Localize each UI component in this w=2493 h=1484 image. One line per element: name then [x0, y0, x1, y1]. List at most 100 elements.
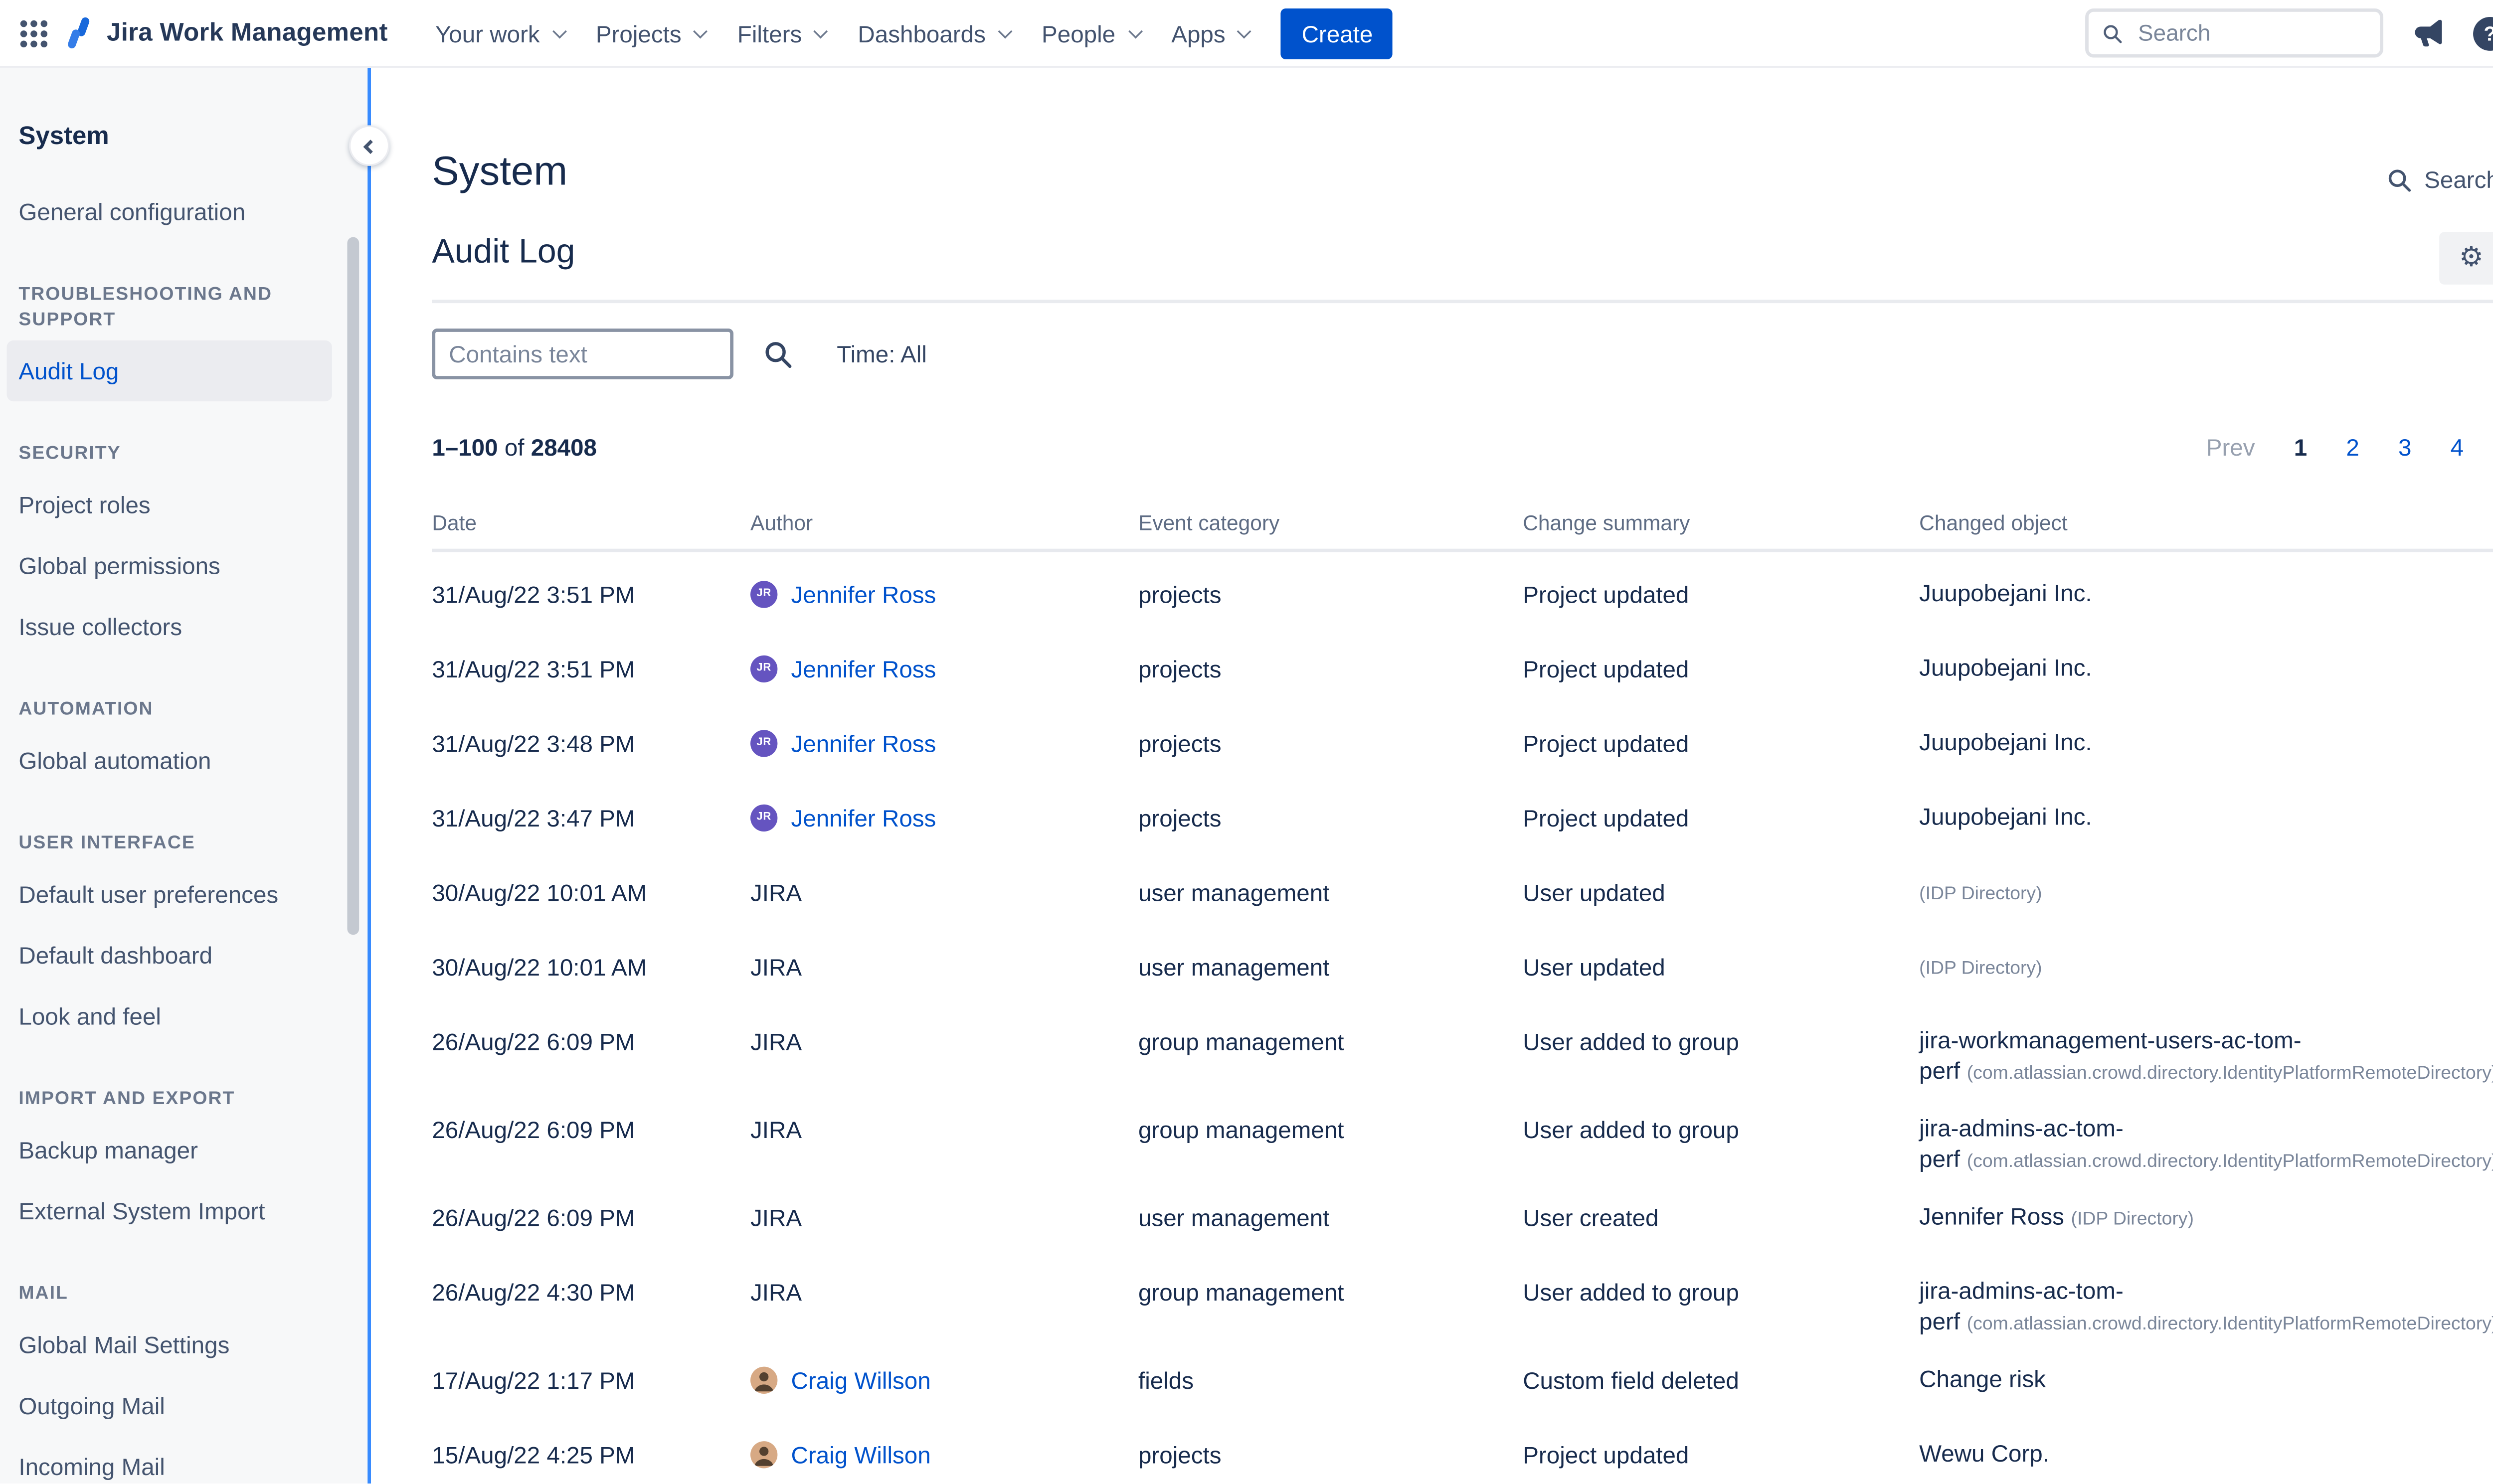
pagination-page-3[interactable]: 3: [2386, 430, 2423, 464]
actions-button[interactable]: ⚙ Actions: [2439, 232, 2493, 284]
top-navigation-bar: Jira Work Management Your work ProjectsFi…: [0, 0, 2493, 68]
sidebar-item-audit-log[interactable]: Audit Log: [7, 340, 332, 401]
avatar: JR: [750, 656, 777, 682]
pagination-page-2[interactable]: 2: [2334, 430, 2371, 464]
table-row: 31/Aug/22 3:51 PMJRJennifer Rossprojects…: [432, 632, 2493, 706]
column-header-date: Date: [432, 511, 750, 535]
app-switcher-icon[interactable]: [20, 19, 47, 46]
cell-date: 30/Aug/22 10:01 AM: [432, 950, 750, 984]
sidebar-item-general-configuration[interactable]: General configuration: [0, 181, 367, 242]
results-of: of: [505, 434, 525, 461]
pagination-prev[interactable]: Prev: [2194, 430, 2267, 464]
sidebar-resize-divider[interactable]: [367, 68, 371, 1484]
cell-event-category: user management: [1138, 1201, 1523, 1235]
author-link[interactable]: Jennifer Ross: [791, 726, 936, 760]
nav-item-filters[interactable]: Filters: [724, 7, 838, 58]
changed-object-line: jira-workmanagement-users-ac-tom-: [1919, 1024, 2342, 1055]
pagination-page-1[interactable]: 1: [2282, 430, 2319, 464]
sidebar-item-default-dashboard[interactable]: Default dashboard: [0, 925, 367, 986]
sidebar-item-incoming-mail[interactable]: Incoming Mail: [0, 1436, 367, 1484]
help-button[interactable]: ?: [2473, 16, 2493, 50]
changed-object-note: (com.atlassian.crowd.directory.IdentityP…: [1967, 1064, 2493, 1084]
cell-event-category: user management: [1138, 875, 1523, 909]
sidebar-item-outgoing-mail[interactable]: Outgoing Mail: [0, 1375, 367, 1436]
sidebar-item-issue-collectors[interactable]: Issue collectors: [0, 596, 367, 657]
sidebar-item-label: Global permissions: [18, 552, 220, 579]
announcements-button[interactable]: [2412, 17, 2445, 49]
contains-text-input[interactable]: [432, 329, 733, 379]
author-text: JIRA: [750, 1113, 802, 1147]
cell-date: 30/Aug/22 10:01 AM: [432, 875, 750, 909]
cell-changed-object: Jennifer Ross(IDP Directory): [1919, 1201, 2342, 1235]
sidebar-item-backup-manager[interactable]: Backup manager: [0, 1120, 367, 1180]
pagination: Prev 12345 Next: [2194, 430, 2493, 464]
results-row: 1–100 of 28408 Prev 12345 Next: [432, 430, 2493, 464]
changed-object-line: Jennifer Ross(IDP Directory): [1919, 1201, 2342, 1235]
changed-object-line: Wewu Corp.: [1919, 1438, 2342, 1468]
cell-change-summary: User added to group: [1523, 1275, 1919, 1309]
changed-object-line: Change risk: [1919, 1363, 2342, 1394]
author-link[interactable]: Craig Willson: [791, 1438, 931, 1472]
sidebar-item-project-roles[interactable]: Project roles: [0, 474, 367, 535]
global-search-input[interactable]: [2135, 18, 2366, 47]
topbar-right-cluster: ? ⚙ JR: [2085, 8, 2493, 58]
author-link[interactable]: Craig Willson: [791, 1363, 931, 1397]
cell-actions: Show more: [2342, 1201, 2493, 1235]
pagination-page-5[interactable]: 5: [2491, 430, 2493, 464]
pagination-page-4[interactable]: 4: [2439, 430, 2476, 464]
jira-logo[interactable]: Jira Work Management: [61, 15, 388, 51]
cell-event-category: projects: [1138, 577, 1523, 611]
changed-object-line: perf(com.atlassian.crowd.directory.Ident…: [1919, 1306, 2342, 1339]
nav-item-label: Your work: [435, 19, 540, 46]
sidebar-item-external-system-import[interactable]: External System Import: [0, 1180, 367, 1241]
time-filter[interactable]: Time: All: [837, 340, 927, 367]
sidebar-item-label: Backup manager: [18, 1137, 198, 1163]
sidebar-collapse-button[interactable]: [349, 125, 390, 166]
author-link[interactable]: Jennifer Ross: [791, 801, 936, 835]
sidebar-group-heading-automation: AUTOMATION: [18, 698, 307, 723]
sidebar-item-label: Project roles: [18, 491, 150, 518]
changed-object-text: perf: [1919, 1057, 1960, 1084]
sidebar-group-heading-troubleshooting-and-support: TROUBLESHOOTING AND SUPPORT: [18, 283, 307, 333]
sidebar-item-label: Look and feel: [18, 1002, 161, 1029]
cell-change-summary: User updated: [1523, 950, 1919, 984]
sidebar-item-default-user-preferences[interactable]: Default user preferences: [0, 864, 367, 925]
sidebar-group-heading-security: SECURITY: [18, 442, 307, 468]
sidebar-item-global-permissions[interactable]: Global permissions: [0, 535, 367, 596]
sidebar-item-label: Global automation: [18, 747, 211, 774]
app-root: Jira Work Management Your work ProjectsFi…: [0, 0, 2493, 1484]
author-link[interactable]: Jennifer Ross: [791, 577, 936, 611]
column-header-actions: Actions: [2342, 511, 2493, 535]
author-link[interactable]: Jennifer Ross: [791, 652, 936, 686]
cell-author: JIRA: [750, 1275, 1138, 1309]
sidebar-item-global-mail-settings[interactable]: Global Mail Settings: [0, 1314, 367, 1375]
global-search[interactable]: [2085, 8, 2383, 58]
sidebar-item-global-automation[interactable]: Global automation: [0, 730, 367, 791]
cell-event-category: projects: [1138, 726, 1523, 760]
changed-object-text: perf: [1919, 1145, 1960, 1172]
table-row: 30/Aug/22 10:01 AMJIRAuser managementUse…: [432, 930, 2493, 1004]
results-range: 1–100: [432, 434, 498, 461]
nav-item-apps[interactable]: Apps: [1158, 7, 1261, 58]
filter-search-button[interactable]: [764, 339, 793, 368]
sidebar-item-look-and-feel[interactable]: Look and feel: [0, 986, 367, 1046]
sidebar-scrollbar[interactable]: [347, 237, 359, 935]
column-header-changed-object: Changed object: [1919, 511, 2342, 535]
table-row: 31/Aug/22 3:47 PMJRJennifer Rossprojects…: [432, 781, 2493, 855]
cell-date: 26/Aug/22 6:09 PM: [432, 1113, 750, 1147]
sidebar-item-label: Audit Log: [18, 357, 119, 384]
nav-item-people[interactable]: People: [1028, 7, 1151, 58]
nav-item-dashboards[interactable]: Dashboards: [844, 7, 1021, 58]
cell-actions: Show more: [2342, 1113, 2493, 1147]
nav-item-projects[interactable]: Projects: [582, 7, 717, 58]
sidebar-item-label: Global Mail Settings: [18, 1331, 229, 1358]
avatar: [750, 1367, 777, 1394]
primary-nav: Your work ProjectsFiltersDashboardsPeople…: [422, 7, 1261, 58]
cell-actions: Show more: [2342, 1363, 2493, 1397]
changed-object-text: Juupobejani Inc.: [1919, 654, 2092, 680]
create-button[interactable]: Create: [1281, 7, 1393, 58]
search-jira-admin-link[interactable]: Search Jira admin: [2387, 166, 2493, 193]
nav-item-your-work[interactable]: Your work: [422, 7, 575, 58]
cell-date: 26/Aug/22 6:09 PM: [432, 1201, 750, 1235]
cell-event-category: user management: [1138, 950, 1523, 984]
